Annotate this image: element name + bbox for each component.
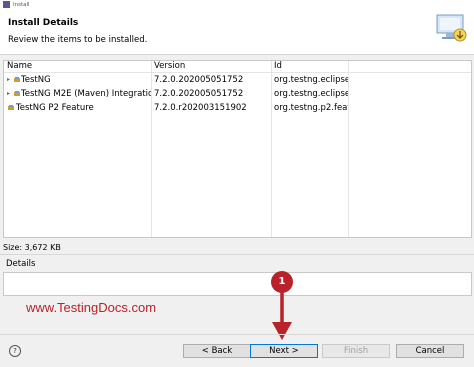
divider (0, 334, 474, 335)
item-name: TestNG P2 Feature (16, 103, 94, 113)
divider (0, 254, 474, 255)
item-id: org.testng.eclipse... (274, 75, 348, 85)
details-text-area[interactable] (3, 272, 472, 296)
watermark-text: www.TestingDocs.com (26, 300, 157, 315)
expand-arrow-icon[interactable]: ▸ (7, 73, 12, 87)
column-header-id[interactable]: Id (274, 61, 282, 72)
details-label: Details (6, 259, 36, 269)
feature-plugin-icon (14, 91, 20, 96)
cancel-button[interactable]: Cancel (396, 344, 464, 358)
feature-plugin-icon (14, 77, 20, 82)
column-header-version[interactable]: Version (154, 61, 185, 72)
item-version: 7.2.0.202005051752 (154, 75, 244, 85)
table-row[interactable]: ▸ TestNG 7.2.0.202005051752 org.testng.e… (4, 73, 471, 87)
install-size-label: Size: 3,672 KB (3, 243, 61, 252)
page-title: Install Details (8, 18, 79, 28)
install-items-table[interactable]: Name Version Id ▸ TestNG 7.2.0.202005051… (3, 60, 472, 238)
column-header-name[interactable]: Name (7, 61, 32, 72)
item-name: TestNG M2E (Maven) Integration (Op (21, 89, 151, 99)
item-name: TestNG (21, 75, 51, 85)
help-icon[interactable]: ? (9, 345, 21, 357)
app-icon (3, 1, 10, 8)
wizard-header: Install Details Review the items to be i… (0, 10, 474, 55)
feature-plugin-icon (8, 105, 14, 110)
page-subtitle: Review the items to be installed. (8, 35, 148, 45)
item-version: 7.2.0.202005051752 (154, 89, 244, 99)
item-id: org.testng.eclipse... (274, 89, 348, 99)
finish-button[interactable]: Finish (322, 344, 390, 358)
table-header: Name Version Id (4, 61, 471, 73)
table-row[interactable]: TestNG P2 Feature 7.2.0.r202003151902 or… (4, 101, 471, 115)
item-id: org.testng.p2.feat... (274, 103, 348, 113)
back-button[interactable]: < Back (183, 344, 251, 358)
title-bar: Install (0, 0, 474, 10)
item-version: 7.2.0.r202003151902 (154, 103, 247, 113)
expand-arrow-icon[interactable]: ▸ (7, 87, 12, 101)
install-wizard-icon (436, 14, 467, 42)
next-button[interactable]: Next > (250, 344, 318, 358)
step-callout-badge: 1 (271, 271, 293, 293)
window-title: Install (13, 2, 30, 8)
table-row[interactable]: ▸ TestNG M2E (Maven) Integration (Op 7.2… (4, 87, 471, 101)
